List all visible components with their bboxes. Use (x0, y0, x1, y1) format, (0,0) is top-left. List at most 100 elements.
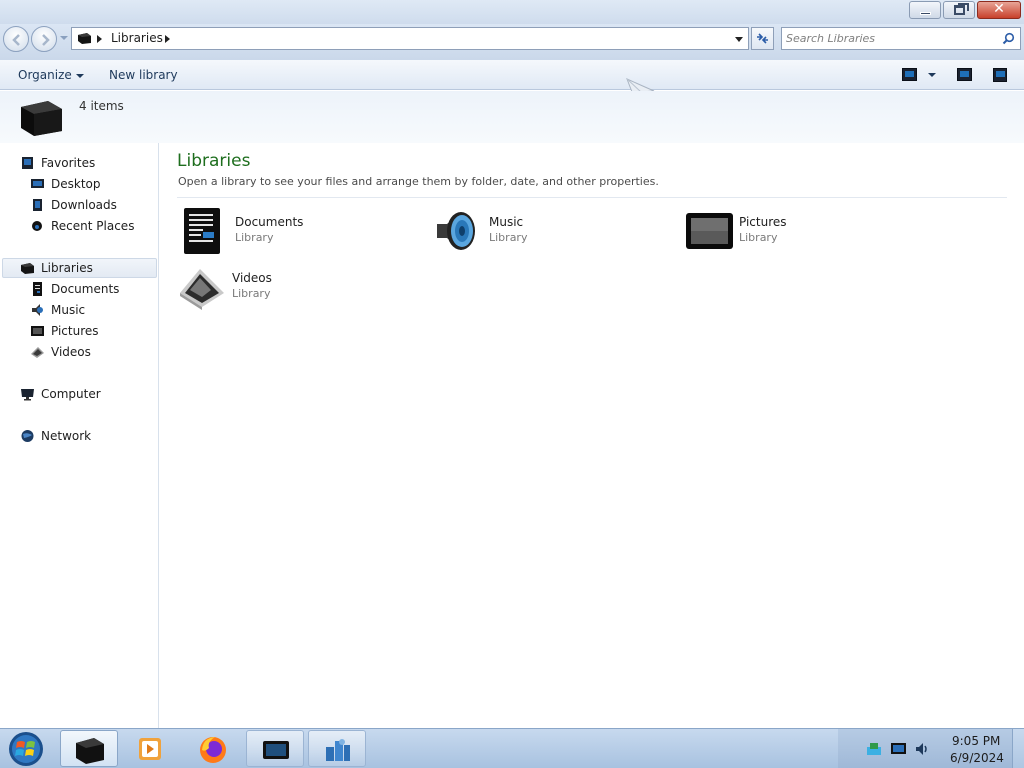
library-type: Library (232, 287, 271, 300)
new-library-button[interactable]: New library (109, 68, 178, 82)
music-icon (30, 303, 45, 317)
libraries-large-icon (21, 101, 62, 136)
taskbar-media-player[interactable] (122, 730, 180, 767)
network-icon (20, 429, 35, 443)
explorer-icon (76, 738, 104, 764)
restore-icon (954, 3, 969, 15)
clock-time[interactable]: 9:05 PM (952, 734, 1000, 748)
title-bar: ✕ (0, 0, 1024, 24)
minimize-icon (920, 12, 931, 15)
pictures-icon (30, 324, 45, 338)
media-player-icon (139, 738, 161, 760)
minimize-button[interactable] (909, 1, 941, 19)
address-bar[interactable]: Libraries (71, 27, 749, 50)
content-area: Libraries Open a library to see your fil… (160, 143, 1024, 728)
view-options-dropdown[interactable] (928, 73, 936, 77)
library-item-pictures[interactable]: Pictures Library (685, 207, 885, 257)
videos-library-icon (180, 269, 224, 310)
nav-item-label: Downloads (51, 198, 117, 212)
nav-item-recent-places[interactable]: Recent Places (30, 216, 134, 236)
back-button[interactable] (3, 26, 29, 52)
breadcrumb-separator-icon[interactable] (97, 35, 102, 43)
help-icon[interactable] (993, 68, 1007, 82)
forward-button[interactable] (31, 26, 57, 52)
videos-icon (30, 345, 45, 359)
breadcrumb-libraries[interactable]: Libraries (111, 31, 163, 45)
computer-icon (20, 387, 35, 401)
details-header: 4 items (0, 91, 1024, 143)
nav-network[interactable]: Network (20, 426, 91, 446)
refresh-button[interactable] (751, 27, 774, 50)
nav-item-videos[interactable]: Videos (30, 342, 91, 362)
refresh-icon (757, 33, 768, 44)
library-item-documents[interactable]: Documents Library (181, 207, 381, 257)
nav-item-label: Desktop (51, 177, 101, 191)
taskbar: 9:05 PM 6/9/2024 (0, 728, 1024, 768)
nav-item-music[interactable]: Music (30, 300, 85, 320)
close-button[interactable]: ✕ (977, 1, 1021, 19)
library-type: Library (235, 231, 274, 244)
recent-pages-dropdown[interactable] (60, 36, 68, 40)
downloads-icon (30, 198, 45, 212)
nav-item-desktop[interactable]: Desktop (30, 174, 101, 194)
music-library-icon (437, 212, 475, 250)
pictures-library-icon (686, 213, 733, 249)
desktop-icon (30, 177, 45, 191)
nav-item-label: Documents (51, 282, 120, 296)
taskbar-firefox[interactable] (184, 730, 242, 767)
nav-item-label: Recent Places (51, 219, 135, 233)
preview-pane-icon[interactable] (957, 68, 972, 81)
library-item-music[interactable]: Music Library (435, 207, 635, 257)
window-controls: ✕ (907, 1, 1021, 19)
nav-computer-label: Computer (41, 387, 101, 401)
nav-libraries[interactable]: Libraries (2, 258, 157, 278)
library-name: Music (489, 215, 524, 229)
network-status-icon[interactable] (866, 741, 882, 757)
start-button[interactable] (6, 730, 46, 768)
back-arrow-icon (12, 34, 20, 46)
address-history-dropdown[interactable] (735, 37, 743, 42)
change-view-icon[interactable] (902, 68, 917, 81)
command-bar: Organize New library (0, 60, 1024, 90)
search-icon[interactable] (1002, 32, 1015, 45)
nav-item-downloads[interactable]: Downloads (30, 195, 117, 215)
search-input[interactable] (786, 30, 996, 47)
nav-favorites-label: Favorites (41, 156, 96, 170)
recent-places-icon (30, 219, 45, 233)
nav-item-documents[interactable]: Documents (30, 279, 119, 299)
close-icon: ✕ (993, 1, 1005, 17)
taskbar-explorer[interactable] (60, 730, 118, 767)
page-title: Libraries (177, 151, 251, 171)
show-desktop-button[interactable] (1012, 729, 1024, 768)
clock-date[interactable]: 6/9/2024 (950, 751, 1004, 765)
taskbar-tablet-app[interactable] (246, 730, 304, 767)
nav-item-label: Music (51, 303, 86, 317)
address-row: Libraries (0, 24, 1024, 60)
item-count: 4 items (79, 99, 124, 113)
library-item-videos[interactable]: Videos Library (178, 263, 378, 313)
restore-button[interactable] (943, 1, 975, 19)
search-box[interactable] (781, 27, 1021, 50)
library-type: Library (489, 231, 528, 244)
taskbar-file-manager[interactable] (308, 730, 366, 767)
libraries-icon (78, 33, 91, 44)
page-description: Open a library to see your files and arr… (178, 175, 659, 188)
breadcrumb-chevron-icon[interactable] (165, 35, 170, 43)
volume-icon[interactable] (914, 741, 930, 757)
new-library-label: New library (109, 68, 178, 82)
nav-libraries-label: Libraries (41, 261, 93, 275)
nav-item-pictures[interactable]: Pictures (30, 321, 99, 341)
display-icon[interactable] (890, 741, 907, 757)
organize-dropdown-icon (75, 73, 84, 78)
nav-computer[interactable]: Computer (20, 384, 101, 404)
header-divider (177, 197, 1007, 198)
organize-label: Organize (18, 68, 72, 82)
nav-favorites[interactable]: Favorites (20, 153, 95, 173)
organize-button[interactable]: Organize (18, 68, 84, 82)
firefox-icon (200, 737, 226, 763)
library-name: Documents (235, 215, 304, 229)
documents-icon (30, 282, 45, 296)
library-type: Library (739, 231, 778, 244)
nav-network-label: Network (41, 429, 92, 443)
nav-item-label: Videos (51, 345, 91, 359)
